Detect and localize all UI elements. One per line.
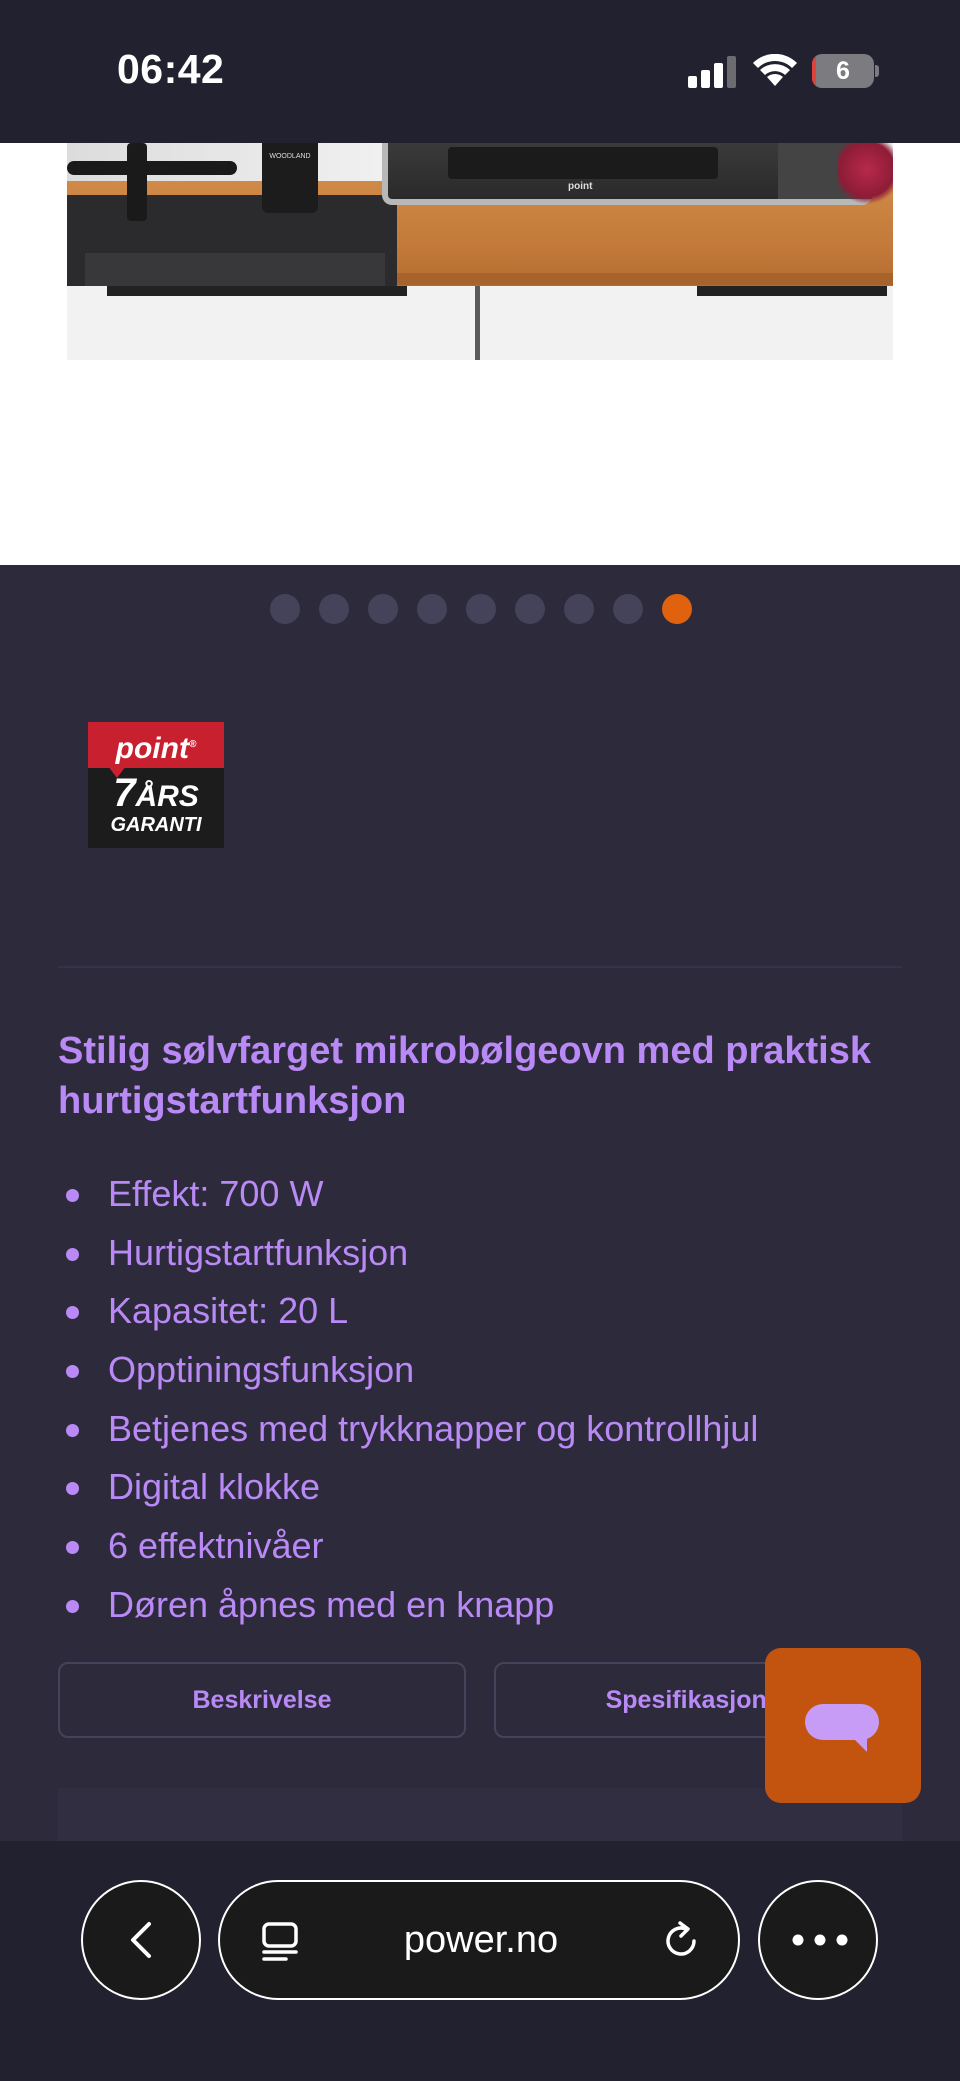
bottle-label: WOODLAND (269, 153, 311, 160)
badge-label: GARANTI (110, 814, 202, 836)
feature-text: Effekt: 700 W (108, 1173, 324, 1214)
feature-item: Effekt: 700 W (58, 1168, 918, 1227)
feature-item: Døren åpnes med en knapp (58, 1579, 918, 1638)
feature-item: 6 effektnivåer (58, 1520, 918, 1579)
feature-text: Døren åpnes med en knapp (108, 1583, 555, 1625)
browser-toolbar: power.no (0, 1841, 960, 2081)
feature-item: Digital klokke (58, 1461, 918, 1520)
product-image-carousel[interactable]: WOODLAND point (0, 143, 960, 565)
bullet-icon (66, 1247, 79, 1261)
status-time: 06:42 (117, 46, 225, 92)
feature-text: 6 effektnivåer (108, 1525, 324, 1567)
carousel-dot[interactable] (564, 594, 594, 624)
feature-item: Betjenes med trykknapper og kontrollhjul (58, 1403, 918, 1462)
bullet-icon (66, 1423, 79, 1437)
feature-list: Effekt: 700 W Hurtigstartfunksjon Kapasite… (58, 1168, 918, 1638)
reload-icon[interactable] (660, 1919, 704, 1963)
feature-text: Kapasitet: 20 L (108, 1290, 349, 1332)
bullet-icon (66, 1306, 79, 1320)
feature-text: Hurtigstartfunksjon (108, 1231, 409, 1273)
feature-text: Opptiningsfunksjon (108, 1349, 415, 1391)
back-button[interactable] (81, 1880, 201, 2000)
carousel-dot[interactable] (613, 594, 643, 624)
bullet-icon (66, 1189, 79, 1202)
wifi-icon (753, 54, 797, 86)
bullet-icon (66, 1541, 79, 1555)
carousel-dot-active[interactable] (662, 594, 692, 624)
page: 06:42 6 WOODLAND point point® 7ÅRS GARAN… (0, 0, 960, 2081)
chevron-left-icon (131, 1922, 151, 1958)
carousel-dot[interactable] (515, 594, 545, 624)
address-bar[interactable]: power.no (218, 1880, 740, 2000)
carousel-dot[interactable] (466, 594, 496, 624)
battery-level: 6 (836, 57, 850, 85)
badge-years: 7ÅRS (113, 771, 199, 815)
carousel-dot[interactable] (270, 594, 300, 624)
badge-brand: point (115, 732, 189, 765)
more-button[interactable] (758, 1880, 878, 2000)
bullet-icon (66, 1482, 79, 1496)
divider (58, 966, 902, 968)
feature-item: Hurtigstartfunksjon (58, 1227, 918, 1286)
feature-text: Digital klokke (108, 1466, 321, 1508)
cellular-signal-icon (688, 56, 736, 88)
bullet-icon (66, 1365, 79, 1379)
carousel-dots (270, 594, 700, 624)
chat-bubble-icon (805, 1704, 879, 1740)
status-bar: 06:42 6 (0, 0, 960, 143)
feature-item: Opptiningsfunksjon (58, 1344, 918, 1403)
product-headline: Stilig sølvfarget mikrobølgeovn med prak… (58, 1030, 871, 1122)
carousel-dot[interactable] (319, 594, 349, 624)
bullet-icon (66, 1599, 79, 1613)
guarantee-badge: point® 7ÅRS GARANTI (88, 722, 224, 848)
carousel-dot[interactable] (368, 594, 398, 624)
feature-item: Kapasitet: 20 L (58, 1285, 918, 1344)
microwave-logo: point (568, 181, 593, 192)
description-button[interactable]: Beskrivelse (58, 1662, 466, 1738)
more-icon (792, 1934, 848, 1946)
chat-button[interactable] (765, 1648, 921, 1803)
feature-text: Betjenes med trykknapper og kontrollhjul (108, 1407, 759, 1449)
product-photo: WOODLAND point (67, 143, 893, 360)
battery-indicator: 6 (812, 54, 879, 88)
carousel-dot[interactable] (417, 594, 447, 624)
